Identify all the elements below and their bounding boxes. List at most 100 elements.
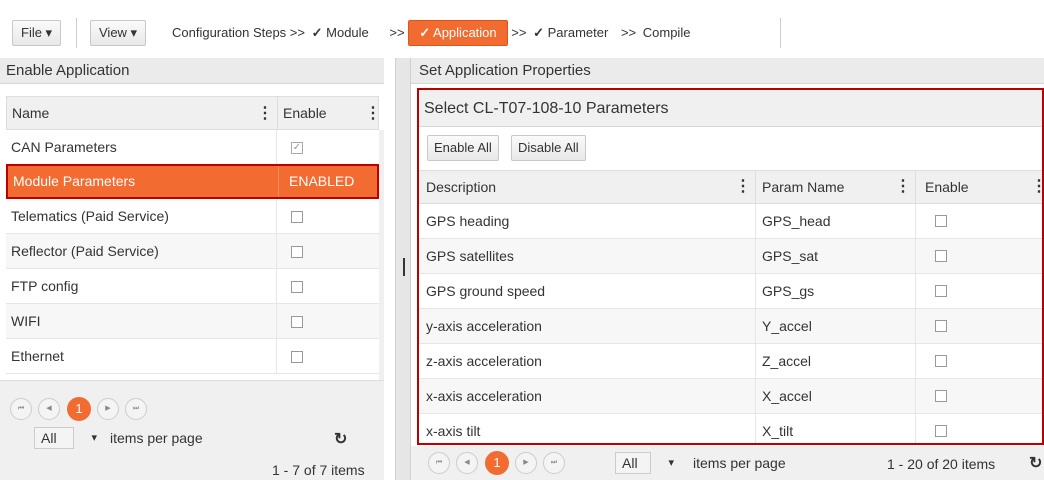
application-name: FTP config xyxy=(11,278,79,294)
set-application-properties-panel: Set Application Properties Select CL-T07… xyxy=(411,58,1044,480)
refresh-icon[interactable]: ↻ xyxy=(1029,453,1042,473)
application-name: WIFI xyxy=(11,313,41,329)
page-size-select[interactable]: All ▾ xyxy=(34,427,97,449)
grid-pager: ⏮ ◀ 1 ▶ ⏭ All ▾ items per page ↻ 1 - 7 o… xyxy=(0,380,384,480)
column-header-enable[interactable]: Enable xyxy=(925,171,969,203)
splitter-handle[interactable] xyxy=(403,258,405,276)
application-name: Ethernet xyxy=(11,348,64,364)
disable-all-button[interactable]: Disable All xyxy=(511,135,586,161)
configuration-steps: Configuration Steps >> ✓ Module >> ✓ App… xyxy=(172,20,693,46)
column-header-description[interactable]: Description xyxy=(426,171,496,203)
prev-page-icon[interactable]: ◀ xyxy=(38,398,60,420)
enable-checkbox[interactable] xyxy=(935,285,947,297)
step-parameter[interactable]: ✓ Parameter xyxy=(530,21,611,45)
parameter-name: Y_accel xyxy=(762,318,812,334)
parameter-name: GPS_gs xyxy=(762,283,815,299)
column-header-enable[interactable]: Enable xyxy=(277,97,327,129)
parameters-grid-header: Description ⋮ Param Name ⋮ Enable ⋮ xyxy=(419,170,1042,204)
view-menu-button[interactable]: View ▾ xyxy=(90,20,147,46)
step-separator: >> xyxy=(511,25,527,40)
section-title: Select CL-T07-108-10 Parameters xyxy=(419,90,1042,127)
column-header-name[interactable]: Name xyxy=(7,97,49,130)
steps-prefix: Configuration Steps >> xyxy=(172,25,305,40)
parameter-description: GPS ground speed xyxy=(426,283,546,299)
table-row[interactable]: x-axis tilt X_tilt xyxy=(419,414,1042,443)
next-page-icon[interactable]: ▶ xyxy=(97,398,119,420)
page-size-select[interactable]: All ▾ xyxy=(615,452,674,474)
application-grid-header: Name ⋮ Enable ⋮ xyxy=(6,96,381,130)
next-page-icon[interactable]: ▶ xyxy=(515,452,537,474)
enable-checkbox[interactable] xyxy=(935,250,947,262)
enable-checkbox[interactable] xyxy=(291,281,303,293)
column-menu-icon[interactable]: ⋮ xyxy=(257,97,273,130)
column-menu-icon[interactable]: ⋮ xyxy=(895,171,911,204)
check-icon: ✓ xyxy=(419,25,431,40)
table-row[interactable]: WIFI xyxy=(6,304,379,339)
table-row[interactable]: GPS ground speed GPS_gs xyxy=(419,274,1042,309)
chevron-down-icon: ▾ xyxy=(91,432,97,444)
step-parameter-label: Parameter xyxy=(547,25,609,40)
parameter-name: Z_accel xyxy=(762,353,812,369)
current-page-button[interactable]: 1 xyxy=(485,451,509,475)
table-row[interactable]: x-axis acceleration X_accel xyxy=(419,379,1042,414)
last-page-icon[interactable]: ⏭ xyxy=(125,398,147,420)
parameters-section: Select CL-T07-108-10 Parameters Enable A… xyxy=(417,88,1044,445)
column-menu-icon[interactable]: ⋮ xyxy=(365,97,381,130)
first-page-icon[interactable]: ⏮ xyxy=(428,452,450,474)
file-menu-button[interactable]: File ▾ xyxy=(12,20,62,46)
parameter-name: X_tilt xyxy=(762,423,794,439)
column-menu-icon[interactable]: ⋮ xyxy=(735,171,751,204)
table-row[interactable]: y-axis acceleration Y_accel xyxy=(419,309,1042,344)
step-compile[interactable]: Compile xyxy=(640,21,694,45)
parameter-description: x-axis acceleration xyxy=(426,388,542,404)
enable-all-button[interactable]: Enable All xyxy=(427,135,499,161)
current-page-button[interactable]: 1 xyxy=(67,397,91,421)
enable-checkbox[interactable] xyxy=(935,390,947,402)
enable-checkbox[interactable] xyxy=(935,215,947,227)
enable-checkbox[interactable] xyxy=(291,246,303,258)
step-module[interactable]: ✓ Module xyxy=(309,21,372,45)
table-row[interactable]: FTP config xyxy=(6,269,379,304)
parameters-pager: ⏮ ◀ 1 ▶ ⏭ All ▾ items per page 1 - 20 of… xyxy=(411,446,1044,480)
enable-checkbox[interactable] xyxy=(291,351,303,363)
table-row[interactable]: CAN Parameters ✓ xyxy=(6,130,379,165)
table-row[interactable]: GPS satellites GPS_sat xyxy=(419,239,1042,274)
enable-checkbox[interactable] xyxy=(935,355,947,367)
parameter-name: GPS_sat xyxy=(762,248,819,264)
table-row[interactable]: z-axis acceleration Z_accel xyxy=(419,344,1042,379)
table-row[interactable]: Reflector (Paid Service) xyxy=(6,234,379,269)
step-compile-label: Compile xyxy=(642,25,691,40)
enable-checkbox[interactable]: ✓ xyxy=(291,142,303,154)
application-name: Telematics (Paid Service) xyxy=(11,208,169,224)
enable-checkbox[interactable] xyxy=(291,316,303,328)
first-page-icon[interactable]: ⏮ xyxy=(10,398,32,420)
enabled-status: ENABLED xyxy=(289,173,355,189)
enable-checkbox[interactable] xyxy=(935,425,947,437)
parameter-description: GPS satellites xyxy=(426,248,514,264)
column-header-param-name[interactable]: Param Name xyxy=(762,171,844,203)
panel-title: Enable Application xyxy=(0,58,384,84)
refresh-icon[interactable]: ↻ xyxy=(334,429,347,449)
panel-splitter[interactable] xyxy=(395,58,411,480)
toolbar-divider xyxy=(76,18,77,48)
column-menu-icon[interactable]: ⋮ xyxy=(1031,171,1042,204)
table-row[interactable]: GPS heading GPS_head xyxy=(419,204,1042,239)
parameters-toolbar: Enable All Disable All xyxy=(419,127,1042,170)
page-size-value: All xyxy=(41,430,57,446)
table-row-selected[interactable]: Module Parameters ENABLED xyxy=(6,164,379,199)
items-range: 1 - 20 of 20 items xyxy=(887,456,996,472)
application-name: Module Parameters xyxy=(13,173,136,189)
prev-page-icon[interactable]: ◀ xyxy=(456,452,478,474)
last-page-icon[interactable]: ⏭ xyxy=(543,452,565,474)
step-module-label: Module xyxy=(326,25,369,40)
table-row[interactable]: Ethernet xyxy=(6,339,379,374)
parameter-description: y-axis acceleration xyxy=(426,318,542,334)
page-size-value: All xyxy=(622,455,638,471)
enable-checkbox[interactable] xyxy=(291,211,303,223)
table-row[interactable]: Telematics (Paid Service) xyxy=(6,199,379,234)
toolbar: File ▾ View ▾ Configuration Steps >> ✓ M… xyxy=(0,0,1044,58)
application-name: Reflector (Paid Service) xyxy=(11,243,159,259)
step-application[interactable]: ✓ Application xyxy=(408,20,508,46)
enable-checkbox[interactable] xyxy=(935,320,947,332)
check-icon: ✓ xyxy=(311,25,323,40)
